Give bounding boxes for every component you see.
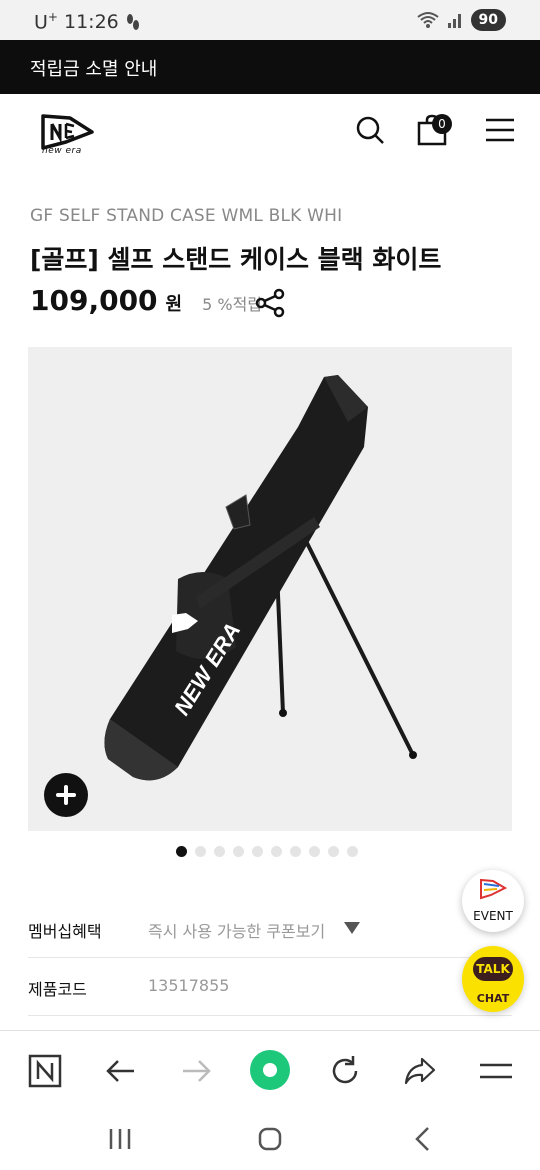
product-title: [골프] 셀프 스탠드 케이스 블랙 화이트 <box>30 245 442 274</box>
talk-bubble-label: TALK <box>473 957 513 981</box>
signal-icon <box>447 14 461 28</box>
membership-label: 멤버십혜택 <box>28 922 102 941</box>
system-navigation-bar <box>0 1110 540 1170</box>
back-arrow-icon[interactable] <box>103 1053 139 1089</box>
battery-indicator: 90 <box>470 9 506 31</box>
carrier-label: U+ <box>34 10 58 34</box>
notice-banner[interactable]: 적립금 소멸 안내 <box>0 40 540 94</box>
pager-dot[interactable] <box>195 846 206 857</box>
pager-dot[interactable] <box>252 846 263 857</box>
cart-count-badge: 0 <box>432 114 452 134</box>
home-icon[interactable] <box>255 1124 285 1154</box>
product-price: 109,000 <box>30 284 158 317</box>
price-row: 109,000 원 5 %적립 <box>30 284 262 317</box>
refresh-icon[interactable] <box>327 1053 363 1089</box>
pager-dot[interactable] <box>309 846 320 857</box>
coupon-view-link[interactable]: 즉시 사용 가능한 쿠폰보기 <box>148 918 325 942</box>
event-button-label: EVENT <box>473 909 513 923</box>
event-flag-icon <box>480 878 507 900</box>
status-left: U+ 11:26 <box>34 10 141 33</box>
back-icon[interactable] <box>408 1124 438 1154</box>
browser-toolbar <box>0 1030 540 1110</box>
green-dot-icon[interactable] <box>248 1048 292 1092</box>
product-image[interactable]: NEW ERA <box>28 347 512 831</box>
product-code-label: 제품코드 <box>28 980 87 999</box>
logo-wordmark: new era <box>42 146 82 156</box>
naver-home-icon[interactable] <box>27 1053 63 1089</box>
pager-dot[interactable] <box>271 846 282 857</box>
share-arrow-icon[interactable] <box>402 1053 438 1089</box>
pager-dot[interactable] <box>176 846 187 857</box>
kakao-talk-chat-button[interactable]: TALK CHAT <box>462 946 524 1012</box>
image-zoom-button[interactable] <box>44 773 88 817</box>
search-icon[interactable] <box>354 114 386 146</box>
wifi-icon <box>416 12 439 28</box>
image-pager <box>176 846 358 857</box>
pager-dot[interactable] <box>328 846 339 857</box>
product-name-en: GF SELF STAND CASE WML BLK WHI <box>30 206 343 226</box>
chat-label: CHAT <box>476 992 510 1005</box>
browser-menu-icon[interactable] <box>478 1053 514 1089</box>
share-icon[interactable] <box>254 287 286 319</box>
pager-dot[interactable] <box>290 846 301 857</box>
footsteps-icon <box>126 13 139 30</box>
golf-stand-case-illustration: NEW ERA <box>104 375 417 781</box>
recent-apps-icon[interactable] <box>105 1124 135 1154</box>
forward-arrow-icon[interactable] <box>178 1053 214 1089</box>
dropdown-arrow-icon[interactable] <box>344 922 360 934</box>
hamburger-menu-icon[interactable] <box>484 114 516 146</box>
product-code-row: 제품코드 13517855 <box>28 958 512 1016</box>
event-button[interactable]: EVENT <box>462 870 524 932</box>
price-unit: 원 <box>165 294 183 315</box>
pager-dot[interactable] <box>233 846 244 857</box>
site-header: new era <box>0 94 540 174</box>
product-code-value: 13517855 <box>148 976 230 995</box>
notice-banner-text: 적립금 소멸 안내 <box>30 59 158 80</box>
status-right: 90 <box>416 9 506 31</box>
pager-dot[interactable] <box>214 846 225 857</box>
status-time: 11:26 <box>63 10 119 33</box>
status-bar: U+ 11:26 90 <box>0 0 540 40</box>
pager-dot[interactable] <box>347 846 358 857</box>
membership-benefit-row: 멤버십혜택 즉시 사용 가능한 쿠폰보기 <box>28 900 512 958</box>
